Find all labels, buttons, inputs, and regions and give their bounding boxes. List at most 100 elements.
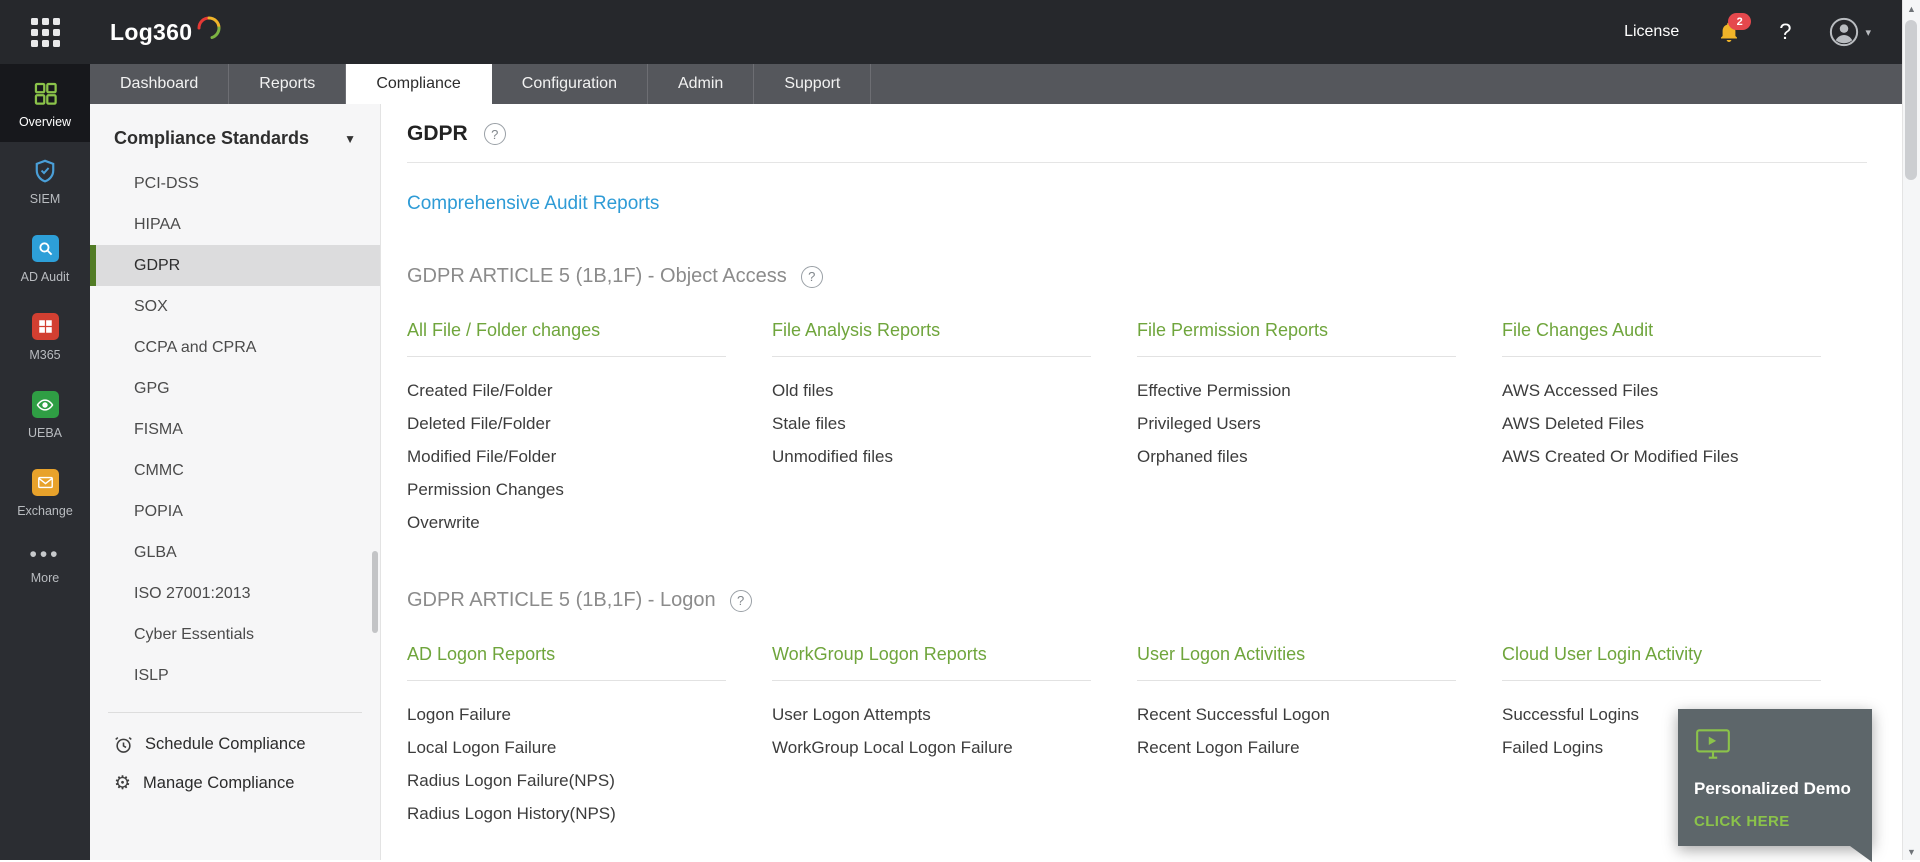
- scrollbar-thumb[interactable]: [1905, 20, 1917, 180]
- category-link-file-analysis-reports[interactable]: File Analysis Reports: [772, 320, 1091, 357]
- logo-text: Log360: [110, 17, 192, 47]
- rail-item-label: Overview: [19, 115, 71, 129]
- app-launcher-button[interactable]: [0, 18, 90, 47]
- report-link-aws-accessed-files[interactable]: AWS Accessed Files: [1502, 374, 1821, 407]
- rail-item-siem[interactable]: SIEM: [0, 142, 90, 219]
- more-dots-icon: •••: [29, 547, 60, 563]
- report-category: WorkGroup Logon Reports User Logon Attemp…: [772, 644, 1137, 830]
- section-heading: GDPR ARTICLE 5 (1B,1F) - Object Access?: [407, 265, 1867, 288]
- tab-configuration[interactable]: Configuration: [492, 64, 648, 104]
- rail-item-m365[interactable]: M365: [0, 297, 90, 375]
- tab-dashboard[interactable]: Dashboard: [90, 64, 229, 104]
- scroll-down-arrow[interactable]: ▼: [1903, 843, 1920, 860]
- sidebar-item-fisma[interactable]: FISMA: [90, 409, 380, 450]
- user-menu[interactable]: ▾: [1829, 17, 1871, 47]
- section-heading-text: GDPR ARTICLE 5 (1B,1F) - Logon: [407, 589, 716, 612]
- sidebar-item-iso-27001-2013[interactable]: ISO 27001:2013: [90, 573, 380, 614]
- category-link-all-file-folder-changes[interactable]: All File / Folder changes: [407, 320, 726, 357]
- category-link-workgroup-logon-reports[interactable]: WorkGroup Logon Reports: [772, 644, 1091, 681]
- caret-down-icon: ▼: [344, 132, 356, 146]
- report-link-radius-logon-history-nps[interactable]: Radius Logon History(NPS): [407, 797, 726, 830]
- report-link-created-file-folder[interactable]: Created File/Folder: [407, 374, 726, 407]
- report-link-workgroup-local-logon-failure[interactable]: WorkGroup Local Logon Failure: [772, 731, 1091, 764]
- report-list: Recent Successful LogonRecent Logon Fail…: [1137, 698, 1456, 764]
- manage-compliance-button[interactable]: ⚙Manage Compliance: [108, 764, 362, 803]
- report-link-effective-permission[interactable]: Effective Permission: [1137, 374, 1456, 407]
- report-link-overwrite[interactable]: Overwrite: [407, 506, 726, 539]
- scroll-up-arrow[interactable]: ▲: [1903, 0, 1920, 17]
- report-category: File Permission Reports Effective Permiss…: [1137, 320, 1502, 539]
- demo-click-here-link[interactable]: CLICK HERE: [1694, 813, 1856, 830]
- sidebar-item-sox[interactable]: SOX: [90, 286, 380, 327]
- page-scrollbar[interactable]: ▲ ▼: [1902, 0, 1920, 860]
- tab-compliance[interactable]: Compliance: [346, 64, 491, 104]
- report-link-modified-file-folder[interactable]: Modified File/Folder: [407, 440, 726, 473]
- comprehensive-audit-reports-link[interactable]: Comprehensive Audit Reports: [407, 193, 659, 215]
- personalized-demo-popup[interactable]: Personalized Demo CLICK HERE: [1678, 709, 1872, 846]
- sidebar-item-hipaa[interactable]: HIPAA: [90, 204, 380, 245]
- report-link-privileged-users[interactable]: Privileged Users: [1137, 407, 1456, 440]
- notifications-bell-icon[interactable]: 2: [1717, 20, 1741, 44]
- help-icon[interactable]: ?: [1779, 19, 1791, 45]
- category-link-cloud-user-login-activity[interactable]: Cloud User Login Activity: [1502, 644, 1821, 681]
- report-category: All File / Folder changes Created File/Fo…: [407, 320, 772, 539]
- report-link-aws-deleted-files[interactable]: AWS Deleted Files: [1502, 407, 1821, 440]
- rail-item-overview[interactable]: Overview: [0, 64, 90, 142]
- compliance-standards-dropdown[interactable]: Compliance Standards ▼: [90, 104, 380, 149]
- rail-item-ad-audit[interactable]: AD Audit: [0, 219, 90, 297]
- rail-item-ueba[interactable]: UEBA: [0, 375, 90, 453]
- sidebar-item-gpg[interactable]: GPG: [90, 368, 380, 409]
- rail-item-label: Exchange: [17, 504, 73, 518]
- report-columns: All File / Folder changes Created File/Fo…: [407, 320, 1867, 539]
- page-header: GDPR ?: [407, 122, 1867, 163]
- sidebar-item-cyber-essentials[interactable]: Cyber Essentials: [90, 614, 380, 655]
- sidebar-scrollbar[interactable]: [372, 551, 378, 633]
- report-link-orphaned-files[interactable]: Orphaned files: [1137, 440, 1456, 473]
- schedule-compliance-button[interactable]: Schedule Compliance: [108, 725, 362, 764]
- sidebar-item-pci-dss[interactable]: PCI-DSS: [90, 163, 380, 204]
- report-link-recent-successful-logon[interactable]: Recent Successful Logon: [1137, 698, 1456, 731]
- category-link-file-permission-reports[interactable]: File Permission Reports: [1137, 320, 1456, 357]
- report-list: Effective PermissionPrivileged UsersOrph…: [1137, 374, 1456, 473]
- report-link-aws-created-or-modified-files[interactable]: AWS Created Or Modified Files: [1502, 440, 1821, 473]
- help-icon[interactable]: ?: [801, 266, 823, 288]
- sidebar-item-glba[interactable]: GLBA: [90, 532, 380, 573]
- rail-item-more[interactable]: •••More: [0, 531, 90, 598]
- report-section: GDPR ARTICLE 5 (1B,1F) - Logon? AD Logon …: [407, 589, 1867, 830]
- report-category: AD Logon Reports Logon FailureLocal Logon…: [407, 644, 772, 830]
- report-link-old-files[interactable]: Old files: [772, 374, 1091, 407]
- compliance-sidebar: Compliance Standards ▼ PCI-DSSHIPAAGDPRS…: [90, 104, 381, 860]
- tab-reports[interactable]: Reports: [229, 64, 346, 104]
- overview-grid-icon: [32, 80, 59, 107]
- tab-admin[interactable]: Admin: [648, 64, 754, 104]
- sidebar-item-popia[interactable]: POPIA: [90, 491, 380, 532]
- category-link-file-changes-audit[interactable]: File Changes Audit: [1502, 320, 1821, 357]
- ueba-eye-icon: [32, 391, 59, 418]
- category-link-ad-logon-reports[interactable]: AD Logon Reports: [407, 644, 726, 681]
- sidebar-item-cmmc[interactable]: CMMC: [90, 450, 380, 491]
- report-link-radius-logon-failure-nps[interactable]: Radius Logon Failure(NPS): [407, 764, 726, 797]
- sidebar-item-islp[interactable]: ISLP: [90, 655, 380, 696]
- report-link-logon-failure[interactable]: Logon Failure: [407, 698, 726, 731]
- report-link-local-logon-failure[interactable]: Local Logon Failure: [407, 731, 726, 764]
- report-link-unmodified-files[interactable]: Unmodified files: [772, 440, 1091, 473]
- report-link-user-logon-attempts[interactable]: User Logon Attempts: [772, 698, 1091, 731]
- report-link-permission-changes[interactable]: Permission Changes: [407, 473, 726, 506]
- help-icon[interactable]: ?: [484, 123, 506, 145]
- category-link-user-logon-activities[interactable]: User Logon Activities: [1137, 644, 1456, 681]
- report-category: File Changes AuditAWS Accessed FilesAWS …: [1502, 320, 1867, 539]
- tab-support[interactable]: Support: [754, 64, 871, 104]
- report-link-stale-files[interactable]: Stale files: [772, 407, 1091, 440]
- logo-swoosh-icon: [194, 13, 224, 41]
- topbar-actions: License 2 ? ▾: [1624, 17, 1903, 47]
- section-heading-text: GDPR ARTICLE 5 (1B,1F) - Object Access: [407, 265, 787, 288]
- license-link[interactable]: License: [1624, 23, 1679, 41]
- report-link-recent-logon-failure[interactable]: Recent Logon Failure: [1137, 731, 1456, 764]
- sidebar-footer: Schedule Compliance⚙Manage Compliance: [108, 712, 362, 803]
- help-icon[interactable]: ?: [730, 590, 752, 612]
- report-link-deleted-file-folder[interactable]: Deleted File/Folder: [407, 407, 726, 440]
- sidebar-item-gdpr[interactable]: GDPR: [90, 245, 380, 286]
- report-sections: GDPR ARTICLE 5 (1B,1F) - Object Access? A…: [407, 265, 1867, 830]
- sidebar-item-ccpa-and-cpra[interactable]: CCPA and CPRA: [90, 327, 380, 368]
- rail-item-exchange[interactable]: Exchange: [0, 453, 90, 531]
